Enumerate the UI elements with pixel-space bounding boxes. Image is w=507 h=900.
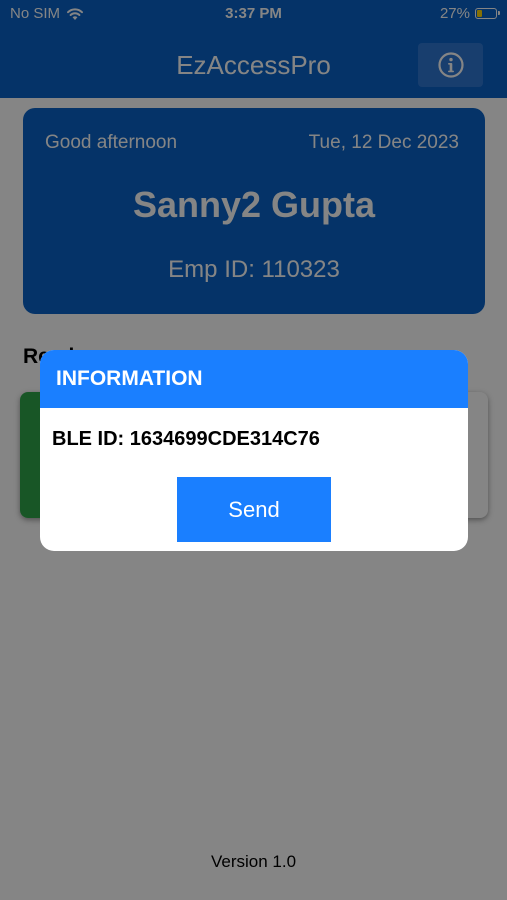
dialog-header: INFORMATION [40,350,468,408]
dialog-title: INFORMATION [56,367,203,390]
ble-id-text: BLE ID: 1634699CDE314C76 [52,428,320,450]
information-dialog: INFORMATION BLE ID: 1634699CDE314C76 Sen… [40,350,468,551]
send-button[interactable]: Send [177,477,331,542]
